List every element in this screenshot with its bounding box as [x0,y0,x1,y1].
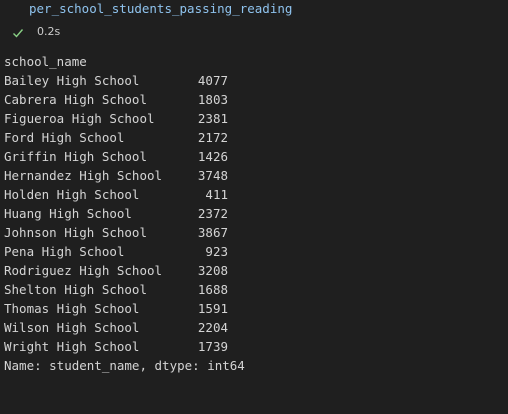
row-school-name: Johnson High School [4,225,147,240]
check-icon [12,26,24,38]
row-value: 2372 [197,206,228,221]
series-row: Huang High School 2372 [4,205,504,224]
row-value: 411 [205,187,228,202]
row-school-name: Hernandez High School [4,168,163,183]
execution-time: 0.2s [37,25,61,38]
row-school-name: Wright High School [4,339,140,354]
cell-output: school_name Bailey High School 4077 Cabrer… [4,53,504,376]
row-value: 2172 [197,130,228,145]
row-school-name: Pena High School [4,244,125,259]
series-row: Griffin High School 1426 [4,148,504,167]
row-value: 1739 [197,339,228,354]
series-row: Thomas High School 1591 [4,300,504,319]
series-row: Ford High School 2172 [4,129,504,148]
code-line[interactable]: per_school_students_passing_reading [29,0,292,18]
execution-status: 0.2s [0,20,508,46]
code-cell[interactable]: per_school_students_passing_reading [0,0,508,20]
row-school-name: Cabrera High School [4,92,147,107]
notebook-cell: per_school_students_passing_reading 0.2s… [0,0,508,414]
row-value: 1426 [197,149,228,164]
series-row: Holden High School 411 [4,186,504,205]
series-row: Hernandez High School 3748 [4,167,504,186]
row-school-name: Wilson High School [4,320,140,335]
series-row: Figueroa High School 2381 [4,110,504,129]
series-row: Johnson High School 3867 [4,224,504,243]
row-school-name: Holden High School [4,187,140,202]
series-row: Rodriguez High School 3208 [4,262,504,281]
row-school-name: Thomas High School [4,301,140,316]
row-value: 3867 [197,225,228,240]
series-row: Wilson High School 2204 [4,319,504,338]
row-school-name: Huang High School [4,206,132,221]
row-value: 1803 [197,92,228,107]
series-row: Shelton High School 1688 [4,281,504,300]
row-school-name: Shelton High School [4,282,147,297]
row-school-name: Figueroa High School [4,111,155,126]
row-value: 2381 [197,111,228,126]
row-value: 3208 [197,263,228,278]
row-school-name: Rodriguez High School [4,263,163,278]
row-value: 1591 [197,301,228,316]
row-school-name: Griffin High School [4,149,147,164]
series-row: Pena High School 923 [4,243,504,262]
row-value: 3748 [197,168,228,183]
row-value: 4077 [197,73,228,88]
row-value: 923 [205,244,228,259]
series-rows: Bailey High School 4077 Cabrera High Schoo… [4,72,504,357]
row-school-name: Bailey High School [4,73,140,88]
row-school-name: Ford High School [4,130,125,145]
index-name: school_name [4,54,87,69]
series-row: Bailey High School 4077 [4,72,504,91]
series-footer: Name: student_name, dtype: int64 [4,358,245,373]
series-row: Wright High School 1739 [4,338,504,357]
row-value: 1688 [197,282,228,297]
series-row: Cabrera High School 1803 [4,91,504,110]
row-value: 2204 [197,320,228,335]
